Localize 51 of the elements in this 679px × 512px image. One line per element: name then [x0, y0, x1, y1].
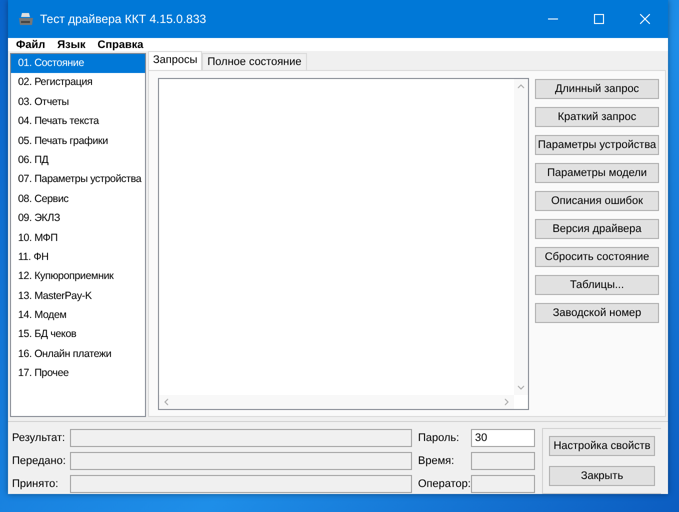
field-label: Оператор:: [418, 478, 471, 490]
section-item[interactable]: 10. МФП: [11, 228, 145, 248]
input-field[interactable]: 30: [471, 429, 535, 447]
readonly-field[interactable]: [471, 475, 535, 493]
action-button[interactable]: Параметры устройства: [535, 135, 659, 155]
section-item[interactable]: 05. Печать графики: [11, 132, 145, 151]
readonly-field[interactable]: [471, 452, 535, 470]
section-item[interactable]: 04. Печать текста: [11, 112, 145, 132]
menu-item[interactable]: Язык: [57, 38, 86, 50]
readonly-field[interactable]: [70, 475, 412, 493]
field-label: Передано:: [12, 455, 67, 467]
readonly-field[interactable]: [70, 429, 412, 447]
section-item[interactable]: 13. MasterPay-K: [11, 286, 145, 306]
section-item[interactable]: 17. Прочее: [11, 364, 145, 384]
section-item[interactable]: 06. ПД: [11, 150, 145, 170]
section-item[interactable]: 09. ЭКЛЗ: [11, 209, 145, 229]
action-button[interactable]: Описания ошибок: [535, 191, 659, 211]
field-label: Принято:: [12, 478, 60, 490]
section-item[interactable]: 07. Параметры устройства: [11, 170, 145, 190]
section-item[interactable]: 15. БД чеков: [11, 325, 145, 345]
action-button[interactable]: Версия драйвера: [535, 219, 659, 239]
action-button[interactable]: Длинный запрос: [535, 79, 659, 99]
horizontal-scrollbar[interactable]: [159, 395, 514, 409]
readonly-field[interactable]: [70, 452, 412, 470]
maximize-icon[interactable]: [594, 14, 604, 24]
dialog-button[interactable]: Настройка свойств: [549, 436, 655, 456]
section-item[interactable]: 11. ФН: [11, 248, 145, 268]
window-title: Тест драйвера ККТ 4.15.0.833: [40, 12, 208, 26]
action-button[interactable]: Таблицы...: [535, 275, 659, 295]
action-button[interactable]: Краткий запрос: [535, 107, 659, 127]
field-label: Время:: [418, 455, 456, 467]
action-button[interactable]: Сбросить состояние: [535, 247, 659, 267]
tab[interactable]: Полное состояние: [202, 53, 307, 70]
section-item[interactable]: 02. Регистрация: [11, 73, 145, 93]
section-item[interactable]: 08. Сервис: [11, 190, 145, 210]
field-label: Пароль:: [418, 432, 460, 444]
vertical-scrollbar[interactable]: [514, 79, 528, 395]
menu-item[interactable]: Справка: [98, 38, 144, 50]
section-item[interactable]: 14. Модем: [11, 306, 145, 326]
section-item[interactable]: 12. Купюроприемник: [11, 267, 145, 287]
action-button[interactable]: Заводской номер: [535, 303, 659, 323]
printer-icon: [18, 12, 34, 26]
close-icon[interactable]: [640, 14, 650, 24]
section-item[interactable]: 03. Отчеты: [11, 92, 145, 112]
section-item[interactable]: 16. Онлайн платежи: [11, 344, 145, 364]
field-label: Результат:: [12, 432, 66, 444]
dialog-button[interactable]: Закрыть: [549, 466, 655, 486]
section-item[interactable]: 01. Состояние: [11, 54, 145, 74]
tab[interactable]: Запросы: [148, 51, 202, 70]
action-button[interactable]: Параметры модели: [535, 163, 659, 183]
menu-item[interactable]: Файл: [16, 38, 46, 50]
